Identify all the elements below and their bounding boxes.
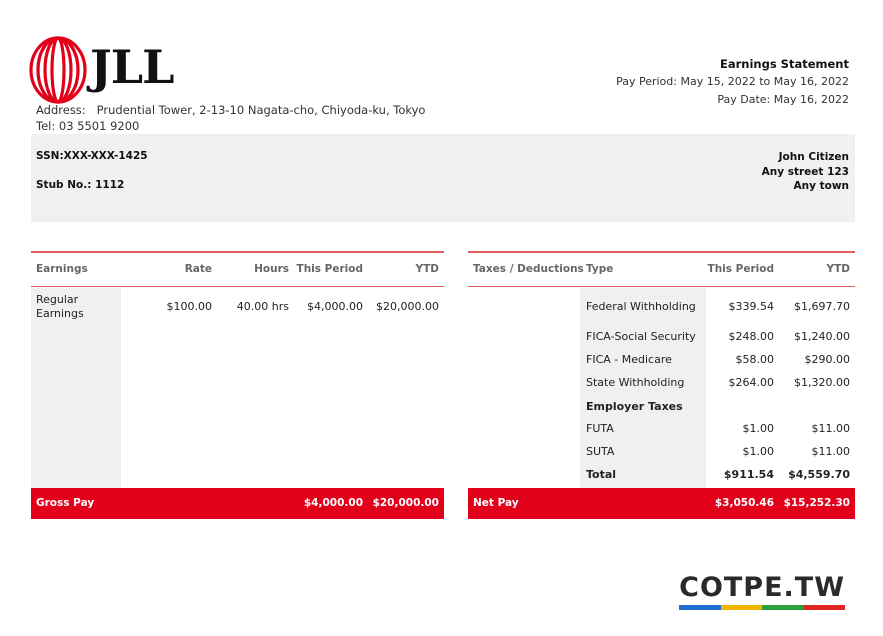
type-col-header: Type (586, 263, 614, 275)
ytd-col-header: YTD (826, 263, 850, 275)
this-period-col-header: This Period (296, 263, 363, 275)
address-value: Prudential Tower, 2-13-10 Nagata-cho, Ch… (96, 103, 426, 117)
deduction-this-period: $248.00 (728, 330, 775, 343)
employer-taxes-subheader: Employer Taxes (586, 400, 683, 413)
gross-pay-ytd: $20,000.00 (372, 497, 439, 509)
deductions-header-row: Taxes / Deductions Type This Period YTD (468, 253, 855, 287)
earnings-this-period: $4,000.00 (307, 300, 363, 313)
pay-period-label: Pay Period: (616, 75, 677, 88)
net-pay-ytd: $15,252.30 (783, 497, 850, 509)
deduction-ytd: $1,320.00 (794, 376, 850, 389)
deduction-this-period: $1.00 (742, 445, 775, 458)
deduction-this-period: $58.00 (735, 353, 775, 366)
employee-info-panel (31, 134, 855, 222)
pay-period-from: May 15, 2022 (680, 75, 756, 88)
deduction-ytd: $290.00 (804, 353, 851, 366)
pay-date-value: May 16, 2022 (773, 93, 849, 106)
total-label: Total (586, 468, 617, 481)
net-pay-this-period: $3,050.46 (714, 497, 774, 509)
pay-period: Pay Period: May 15, 2022 to May 16, 2022 (616, 73, 849, 91)
deduction-type: SUTA (586, 445, 615, 458)
deduction-ytd: $11.00 (811, 422, 851, 435)
total-this-period: $911.54 (723, 468, 774, 481)
pay-date-label: Pay Date: (717, 93, 771, 106)
watermark: COTPE.TW (679, 572, 845, 610)
deduction-ytd: $11.00 (811, 445, 851, 458)
watermark-text: COTPE.TW (679, 572, 845, 603)
stub-value: 1112 (95, 179, 125, 191)
pay-period-to-word: to (759, 75, 771, 88)
earnings-hours: 40.00 hrs (236, 300, 289, 313)
employee-ids: SSN:XXX-XXX-1425 Stub No.: 1112 (36, 150, 148, 208)
earnings-name-line2: Earnings (36, 307, 84, 320)
total-ytd: $4,559.70 (788, 468, 850, 481)
address-line: Address: Prudential Tower, 2-13-10 Nagat… (36, 102, 425, 118)
gross-pay-this-period: $4,000.00 (303, 497, 363, 509)
earnings-row-name: Regular Earnings (36, 293, 84, 321)
deduction-this-period: $339.54 (728, 300, 775, 313)
ssn-value: XXX-XXX-1425 (63, 150, 148, 162)
logo-wordmark: JLL (90, 40, 174, 94)
deduction-ytd: $1,697.70 (794, 300, 850, 313)
hours-col-header: Hours (254, 263, 289, 275)
deduction-type: FICA-Social Security (586, 330, 696, 343)
ytd-col-header: YTD (415, 263, 439, 275)
earnings-name-line1: Regular (36, 293, 79, 306)
stub-label: Stub No.: (36, 179, 92, 191)
statement-header: Earnings Statement Pay Period: May 15, 2… (616, 55, 849, 109)
employee-town: Any town (793, 180, 849, 192)
statement-title: Earnings Statement (720, 57, 849, 71)
deduction-type: Federal Withholding (586, 300, 696, 313)
watermark-color-bar (679, 605, 845, 610)
rate-col-header: Rate (184, 263, 212, 275)
deduction-this-period: $264.00 (728, 376, 775, 389)
pay-period-to: May 16, 2022 (773, 75, 849, 88)
tel-line: Tel: 03 5501 9200 (36, 118, 425, 134)
employee-name: John Citizen (778, 151, 849, 163)
earnings-rate: $100.00 (166, 300, 213, 313)
gross-pay-label: Gross Pay (36, 497, 95, 509)
deduction-type: FICA - Medicare (586, 353, 672, 366)
net-pay-label: Net Pay (473, 497, 519, 509)
ssn-label: SSN: (36, 150, 64, 162)
watermark-stripe-green (762, 605, 804, 610)
watermark-stripe-yellow (720, 605, 763, 610)
earnings-panel: Earnings Rate Hours This Period YTD Regu… (31, 251, 444, 520)
earnings-col-header: Earnings (36, 263, 88, 275)
deduction-this-period: $1.00 (742, 422, 775, 435)
deduction-ytd: $1,240.00 (794, 330, 850, 343)
watermark-stripe-red (803, 605, 845, 610)
jll-logo-icon (29, 36, 87, 104)
taxes-col-header: Taxes / Deductions (473, 263, 584, 275)
tel-label: Tel: (36, 119, 56, 133)
watermark-stripe-blue (679, 605, 721, 610)
deduction-type: FUTA (586, 422, 614, 435)
this-period-col-header: This Period (707, 263, 774, 275)
earnings-ytd: $20,000.00 (376, 300, 439, 313)
net-pay-bar: Net Pay $3,050.46 $15,252.30 (468, 488, 855, 519)
company-contact: Address: Prudential Tower, 2-13-10 Nagat… (36, 102, 425, 134)
address-label: Address: (36, 103, 86, 117)
earnings-header-row: Earnings Rate Hours This Period YTD (31, 253, 444, 287)
tel-value: 03 5501 9200 (58, 119, 140, 133)
employee-street: Any street 123 (761, 165, 849, 178)
gross-pay-bar: Gross Pay $4,000.00 $20,000.00 (31, 488, 444, 519)
employee-address: John Citizen Any street 123 Any town (762, 150, 849, 194)
ssn-line: SSN:XXX-XXX-1425 (36, 150, 148, 179)
stub-line: Stub No.: 1112 (36, 179, 148, 208)
pay-date: Pay Date: May 16, 2022 (616, 91, 849, 109)
deduction-type: State Withholding (586, 376, 685, 389)
deductions-panel: Taxes / Deductions Type This Period YTD … (468, 251, 855, 520)
